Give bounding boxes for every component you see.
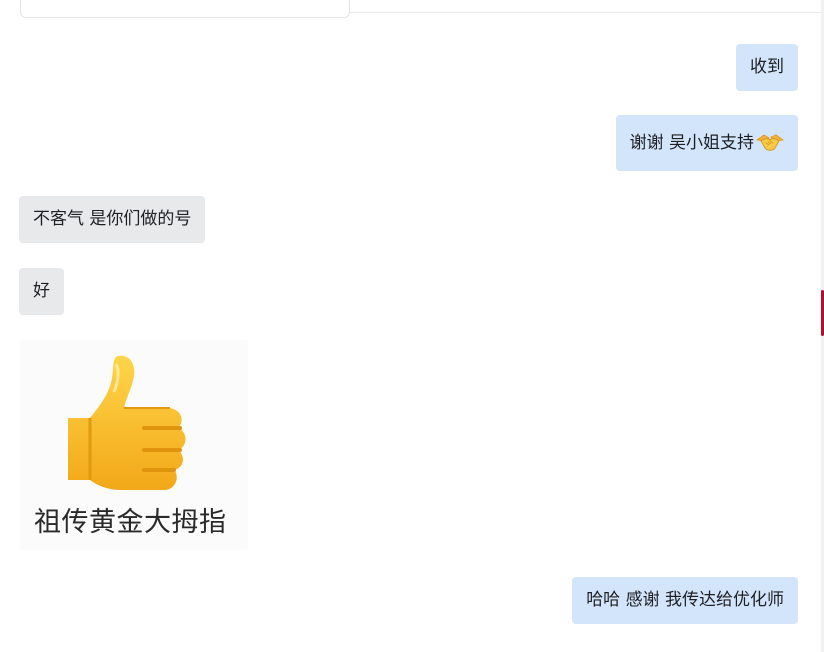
thumbs-up-icon: [68, 355, 186, 490]
sticker-message[interactable]: 祖传黄金大拇指: [20, 340, 248, 550]
message-text: 不客气 是你们做的号: [33, 209, 192, 229]
header-divider: [350, 12, 824, 13]
message-bubble-outgoing[interactable]: 哈哈 感谢 我传达给优化师: [572, 577, 798, 624]
message-bubble-incoming[interactable]: 不客气 是你们做的号: [19, 196, 206, 243]
message-text: 谢谢 吴小姐支持: [629, 133, 754, 153]
message-bubble-incoming[interactable]: 好: [19, 268, 64, 315]
sticker-caption: 祖传黄金大拇指: [34, 507, 227, 538]
message-text: 好: [33, 281, 50, 301]
message-text: 收到: [750, 57, 784, 77]
message-bubble-outgoing[interactable]: 收到: [736, 44, 798, 91]
handshake-icon: [756, 134, 784, 151]
previous-message-card[interactable]: [20, 0, 350, 18]
message-text: 哈哈 感谢 我传达给优化师: [586, 590, 784, 610]
message-bubble-outgoing[interactable]: 谢谢 吴小姐支持: [615, 115, 798, 171]
chat-window: 收到 谢谢 吴小姐支持 不客气 是你们做的号 好 祖传黄金大拇指 哈哈 感谢 我…: [0, 0, 824, 652]
